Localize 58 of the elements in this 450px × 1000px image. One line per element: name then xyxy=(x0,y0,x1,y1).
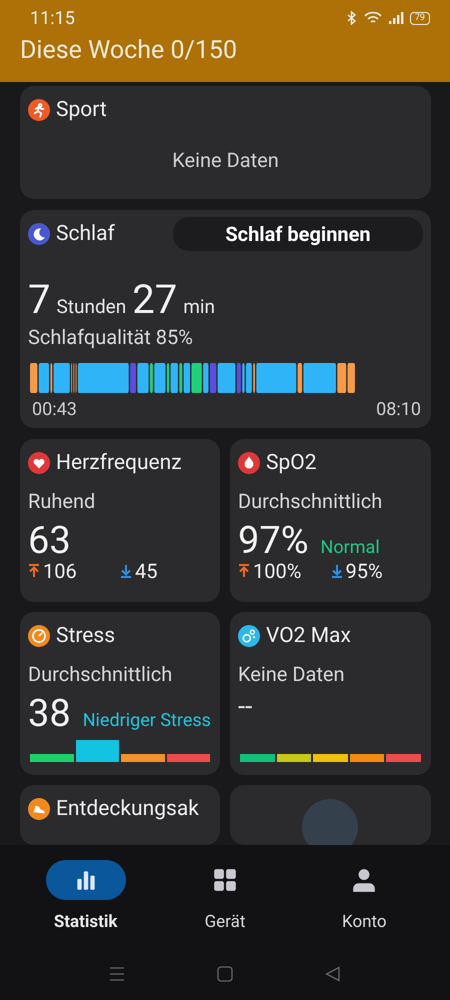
stress-status: Niedriger Stress xyxy=(82,709,211,733)
sleep-quality: Schlafqualität 85% xyxy=(28,325,194,349)
min-value: 95% xyxy=(346,559,383,583)
start-sleep-button[interactable]: Schlaf beginnen xyxy=(173,217,423,251)
minutes-unit: min xyxy=(183,295,215,318)
card-title: Sport xyxy=(56,98,107,122)
card-title: Stress xyxy=(56,624,116,648)
vo2max-card[interactable]: VO2 Max Keine Daten -- xyxy=(230,612,431,775)
spo2-status: Normal xyxy=(320,536,380,560)
home-icon[interactable] xyxy=(217,966,233,982)
moon-icon xyxy=(28,223,50,245)
runner-icon xyxy=(28,99,50,121)
empty-message: Keine Daten xyxy=(238,662,346,686)
stress-value: 38 xyxy=(28,692,71,736)
card-title: VO2 Max xyxy=(266,624,351,648)
max-arrow-icon xyxy=(28,564,40,578)
bubbles-icon xyxy=(238,625,260,647)
sleep-start-time: 00:43 xyxy=(32,399,77,420)
empty-message: Keine Daten xyxy=(171,148,280,172)
hours-unit: Stunden xyxy=(56,295,126,318)
gauge-icon xyxy=(28,625,50,647)
metric-label: Durchschnittlich xyxy=(28,662,174,686)
metric-label: Durchschnittlich xyxy=(238,489,384,513)
vo2max-value: -- xyxy=(238,692,252,722)
card-title: SpO2 xyxy=(266,451,317,475)
card-title: Schlaf xyxy=(56,222,115,246)
back-icon[interactable] xyxy=(325,966,341,982)
status-time: 11:15 xyxy=(30,8,75,28)
add-circle-icon xyxy=(302,799,358,845)
grid-icon xyxy=(212,867,238,893)
metric-label: Ruhend xyxy=(28,489,96,513)
nav-tab[interactable]: Gerät xyxy=(174,860,275,932)
min-arrow-icon xyxy=(120,564,132,578)
card-title: Entdeckungsak xyxy=(56,797,199,821)
sleep-minutes: 27 xyxy=(132,276,178,323)
nav-tab[interactable]: Konto xyxy=(314,860,414,932)
max-arrow-icon xyxy=(238,564,250,578)
min-value: 45 xyxy=(135,559,158,583)
bluetooth-icon xyxy=(346,11,358,25)
sleep-hours: 7 xyxy=(28,276,50,323)
heart-rate-card[interactable]: Herzfrequenz Ruhend 63 106 45 xyxy=(20,439,220,602)
sleep-end-time: 08:10 xyxy=(376,399,421,420)
menu-icon[interactable] xyxy=(109,966,125,982)
card-title: Herzfrequenz xyxy=(56,451,182,475)
person-icon xyxy=(351,867,378,893)
shoe-icon xyxy=(28,798,50,820)
battery-level: 79 xyxy=(410,12,430,24)
nav-tab[interactable]: Statistik xyxy=(36,860,136,932)
min-arrow-icon xyxy=(330,564,342,578)
exploration-card[interactable]: Entdeckungsak xyxy=(20,785,220,845)
stress-card[interactable]: Stress Durchschnittlich 38 Niedriger Stress xyxy=(20,612,220,775)
sport-card[interactable]: Sport Keine Daten xyxy=(20,86,431,199)
wifi-icon xyxy=(364,11,382,25)
sleep-card[interactable]: Schlaf Schlaf beginnen 7 Stunden 27 min Schlafqualität 85% 00:43 08:10 xyxy=(20,210,431,428)
spo2-card[interactable]: SpO2 Durchschnittlich 97% Normal 100% 95% xyxy=(230,439,431,602)
drop-icon xyxy=(238,452,260,474)
page-title: Diese Woche 0/150 xyxy=(20,36,238,65)
signal-icon xyxy=(388,11,404,25)
